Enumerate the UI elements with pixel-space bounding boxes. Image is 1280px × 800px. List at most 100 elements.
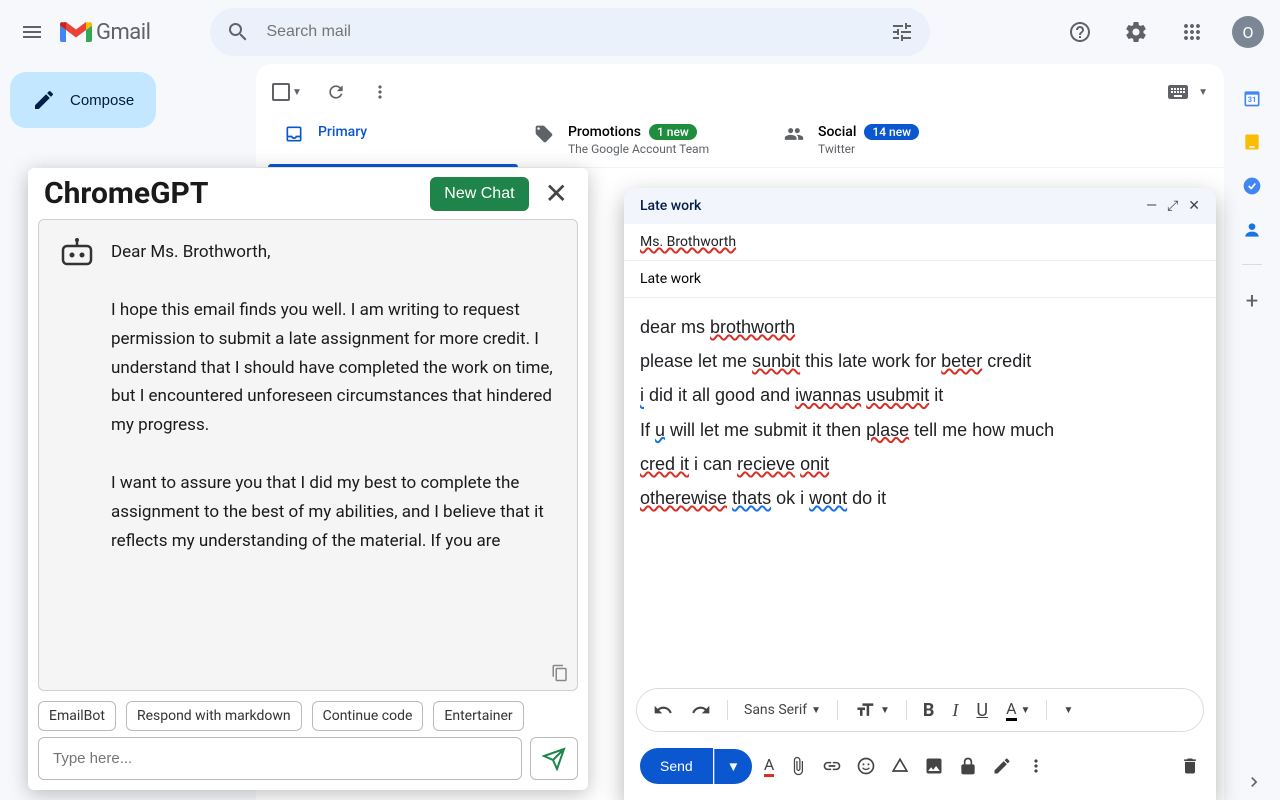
send-options-button[interactable]: ▼ — [714, 749, 752, 784]
gear-icon — [1124, 20, 1148, 44]
tab-primary-label: Primary — [318, 124, 367, 140]
mail-toolbar: ▼ ▼ — [256, 72, 1224, 112]
compose-window-title: Late work — [640, 198, 701, 214]
redo-button[interactable] — [685, 696, 717, 724]
chromegpt-input[interactable] — [38, 737, 522, 780]
chromegpt-header: ChromeGPT New Chat ✕ — [28, 168, 588, 219]
tasks-icon — [1242, 176, 1262, 196]
chromegpt-close-button[interactable]: ✕ — [541, 177, 572, 210]
compose-body[interactable]: dear ms brothworthplease let me sunbit t… — [624, 298, 1216, 688]
chromegpt-send-button[interactable] — [530, 737, 578, 780]
keep-icon — [1242, 132, 1262, 152]
attach-icon[interactable] — [788, 756, 808, 776]
chromegpt-message-area: Dear Ms. Brothworth, I hope this email f… — [38, 219, 578, 691]
search-icon — [226, 20, 250, 44]
people-icon — [784, 124, 804, 144]
assistant-message: Dear Ms. Brothworth, I hope this email f… — [39, 220, 577, 574]
input-tools-caret[interactable]: ▼ — [1198, 87, 1208, 98]
checkbox-icon — [272, 83, 290, 101]
settings-button[interactable] — [1112, 8, 1160, 56]
prompt-chips: EmailBot Respond with markdown Continue co… — [28, 691, 588, 737]
prompt-chip[interactable]: Entertainer — [433, 701, 523, 731]
tab-social-label: Social — [818, 124, 856, 140]
bold-button[interactable]: B — [917, 696, 941, 725]
italic-button[interactable]: I — [946, 696, 964, 725]
chromegpt-title: ChromeGPT — [44, 176, 418, 211]
signature-icon[interactable] — [992, 756, 1012, 776]
send-button[interactable]: Send — [640, 748, 713, 784]
get-addons-button[interactable]: + — [1246, 289, 1258, 314]
underline-button[interactable]: U — [970, 696, 994, 725]
undo-button[interactable] — [647, 696, 679, 724]
compose-button[interactable]: Compose — [10, 72, 156, 128]
new-chat-button[interactable]: New Chat — [430, 177, 528, 211]
tasks-app[interactable] — [1242, 176, 1262, 196]
chevron-right-icon — [1244, 772, 1264, 792]
image-icon[interactable] — [924, 756, 944, 776]
keep-app[interactable] — [1242, 132, 1262, 152]
rail-collapse-button[interactable] — [1244, 772, 1264, 792]
refresh-button[interactable] — [326, 82, 346, 102]
inbox-icon — [284, 124, 304, 144]
keyboard-icon[interactable] — [1166, 80, 1190, 104]
header-actions: O — [1056, 8, 1272, 56]
copy-message-button[interactable] — [551, 664, 569, 682]
redo-icon — [691, 700, 711, 720]
compose-send-row: Send ▼ A — [624, 740, 1216, 800]
compose-window: Late work — ⤢ ✕ Ms. Brothworth Late work… — [624, 188, 1216, 800]
more-button[interactable] — [370, 82, 390, 102]
close-compose-button[interactable]: ✕ — [1188, 198, 1200, 214]
more-vert-icon — [370, 82, 390, 102]
text-color-button[interactable]: A ▼ — [1000, 695, 1036, 725]
tab-primary[interactable]: Primary — [268, 112, 518, 167]
main-menu-button[interactable] — [8, 8, 56, 56]
tab-social[interactable]: Social 14 new Twitter — [768, 112, 1018, 167]
discard-draft-button[interactable] — [1180, 756, 1200, 776]
tune-icon — [890, 20, 914, 44]
apps-grid-icon — [1180, 20, 1204, 44]
prompt-chip[interactable]: Continue code — [312, 701, 424, 731]
confidential-icon[interactable] — [958, 756, 978, 776]
search-bar[interactable] — [210, 8, 930, 56]
font-size-button[interactable]: ▼ — [848, 696, 896, 724]
contacts-app[interactable] — [1242, 220, 1262, 240]
font-select[interactable]: Sans Serif ▼ — [738, 698, 827, 722]
social-badge: 14 new — [864, 124, 919, 140]
prompt-chip[interactable]: Respond with markdown — [126, 701, 302, 731]
text-size-icon — [854, 700, 876, 720]
calendar-icon: 31 — [1242, 88, 1262, 108]
promotions-sub: The Google Account Team — [568, 142, 709, 156]
category-tabs: Primary Promotions 1 new The Google Acco… — [256, 112, 1224, 168]
calendar-app[interactable]: 31 — [1242, 88, 1262, 108]
more-formatting-button[interactable]: ▼ — [1057, 701, 1079, 720]
fullscreen-button[interactable]: ⤢ — [1167, 198, 1178, 214]
minimize-button[interactable]: — — [1146, 198, 1157, 214]
support-button[interactable] — [1056, 8, 1104, 56]
chromegpt-panel: ChromeGPT New Chat ✕ Dear Ms. Brothworth… — [28, 168, 588, 790]
hamburger-icon — [20, 20, 44, 44]
google-apps-button[interactable] — [1168, 8, 1216, 56]
tab-promotions[interactable]: Promotions 1 new The Google Account Team — [518, 112, 768, 167]
account-avatar[interactable]: O — [1232, 16, 1264, 48]
more-options-icon[interactable] — [1026, 756, 1046, 776]
text-format-toggle[interactable]: A — [764, 755, 774, 777]
refresh-icon — [326, 82, 346, 102]
search-button[interactable] — [218, 12, 258, 52]
emoji-icon[interactable] — [856, 756, 876, 776]
select-all[interactable]: ▼ — [272, 83, 302, 101]
compose-window-header[interactable]: Late work — ⤢ ✕ — [624, 188, 1216, 224]
prompt-chip[interactable]: EmailBot — [38, 701, 116, 731]
clipboard-icon — [551, 664, 569, 682]
select-dropdown-caret[interactable]: ▼ — [292, 87, 302, 98]
tag-icon — [534, 124, 554, 144]
link-icon[interactable] — [822, 756, 842, 776]
search-options-button[interactable] — [882, 12, 922, 52]
to-field[interactable]: Ms. Brothworth — [624, 224, 1216, 261]
search-input[interactable] — [258, 23, 882, 41]
send-icon — [542, 747, 566, 771]
drive-icon[interactable] — [890, 756, 910, 776]
formatting-toolbar: Sans Serif ▼ ▼ B I U A ▼ ▼ — [636, 688, 1204, 732]
robot-icon — [59, 238, 95, 266]
gmail-logo[interactable]: Gmail — [60, 20, 150, 45]
subject-field[interactable]: Late work — [624, 261, 1216, 298]
